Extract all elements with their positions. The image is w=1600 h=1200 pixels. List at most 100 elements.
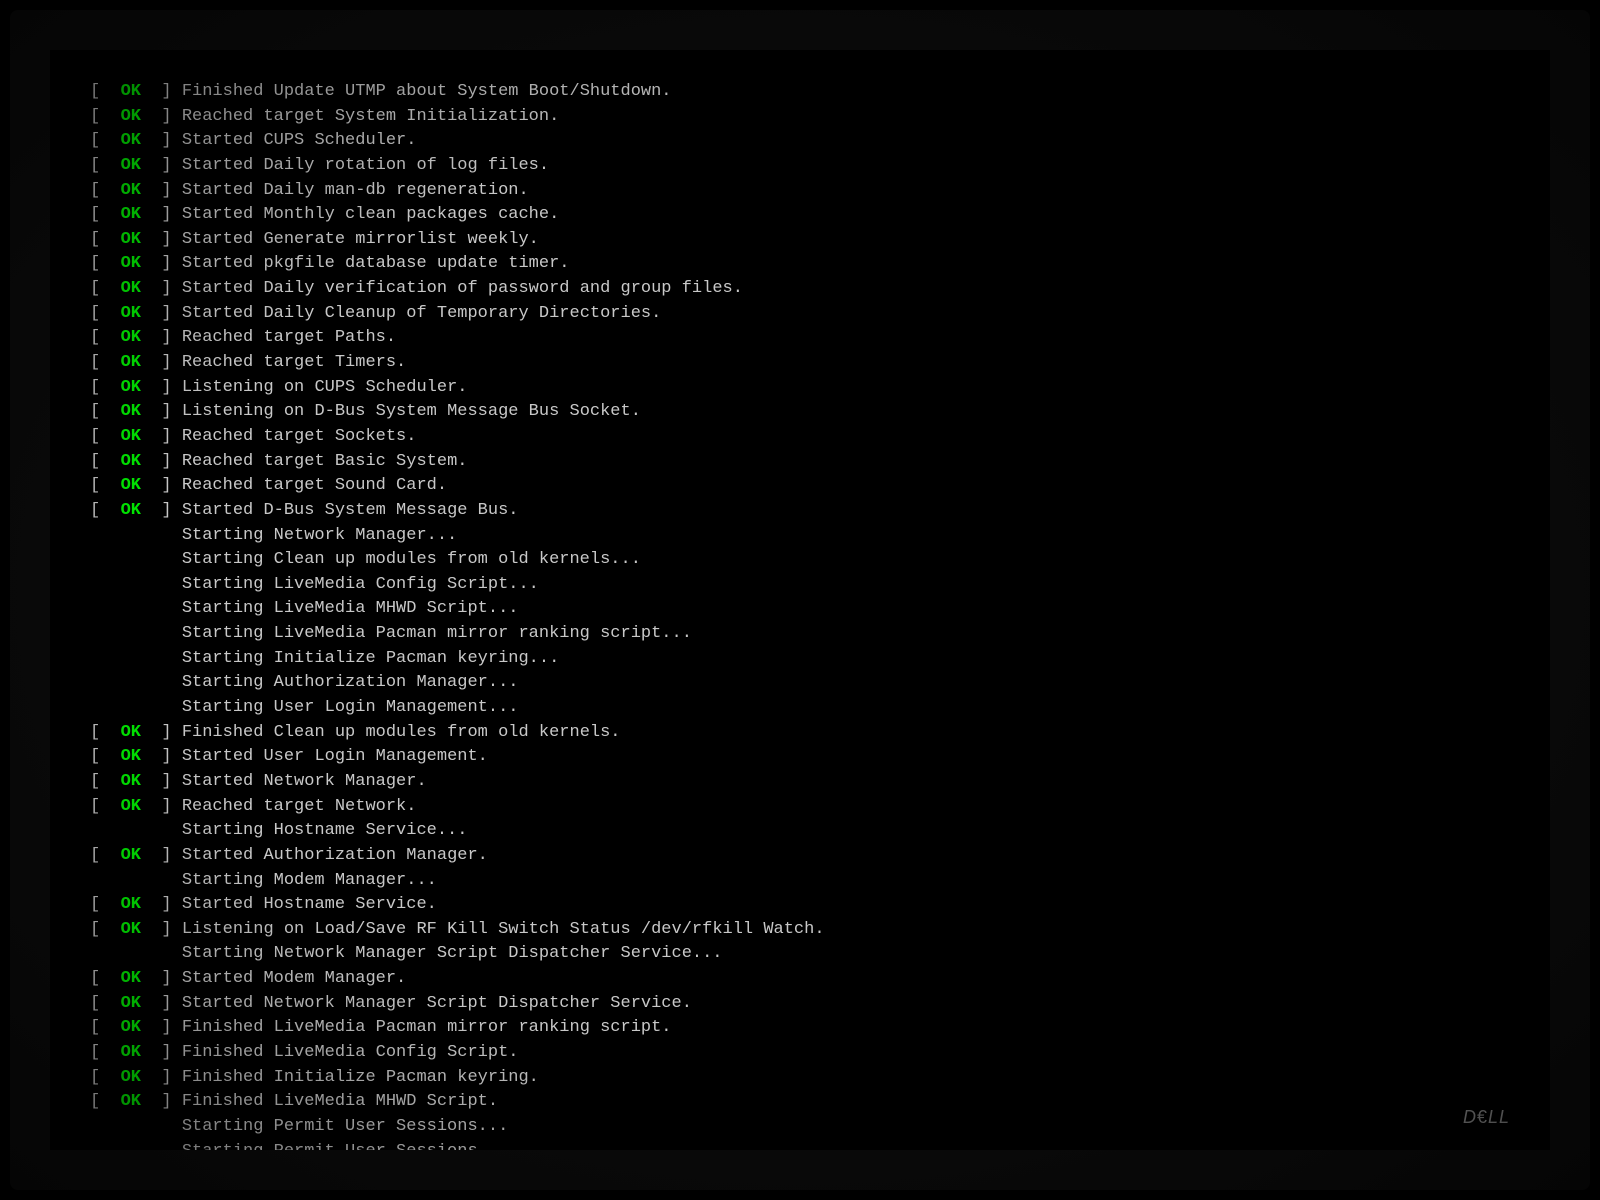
bracket-close: ] <box>161 400 171 425</box>
log-line: [ OK ] Started Daily man-db regeneration… <box>90 179 1510 204</box>
log-line: [ OK ] Started Generate mirrorlist weekl… <box>90 228 1510 253</box>
log-message: Listening on D-Bus System Message Bus So… <box>172 400 641 425</box>
bracket-close: ] <box>161 252 171 277</box>
ok-badge: OK <box>100 105 161 130</box>
log-message: Started Monthly clean packages cache. <box>172 203 560 228</box>
log-message: Starting Initialize Pacman keyring... <box>90 647 559 672</box>
log-line: [ OK ] Started pkgfile database update t… <box>90 252 1510 277</box>
bracket-close: ] <box>161 154 171 179</box>
bracket-close: ] <box>161 721 171 746</box>
ok-badge: OK <box>100 228 161 253</box>
bracket-close: ] <box>161 302 171 327</box>
log-line: [ OK ] Finished Clean up modules from ol… <box>90 721 1510 746</box>
log-message: Starting LiveMedia MHWD Script... <box>90 597 518 622</box>
log-message: Started CUPS Scheduler. <box>172 129 417 154</box>
bracket-open: [ <box>90 1090 100 1115</box>
log-line: Starting LiveMedia Pacman mirror ranking… <box>90 622 1510 647</box>
log-line: Starting Permit User Sessions... <box>90 1115 1510 1140</box>
log-line: [ OK ] Finished Update UTMP about System… <box>90 80 1510 105</box>
bracket-open: [ <box>90 302 100 327</box>
ok-badge: OK <box>100 80 161 105</box>
bracket-open: [ <box>90 721 100 746</box>
log-message: Started D-Bus System Message Bus. <box>172 499 519 524</box>
ok-badge: OK <box>100 499 161 524</box>
ok-badge: OK <box>100 450 161 475</box>
log-line: [ OK ] Finished LiveMedia MHWD Script. <box>90 1090 1510 1115</box>
ok-badge: OK <box>100 844 161 869</box>
bracket-close: ] <box>161 450 171 475</box>
ok-badge: OK <box>100 745 161 770</box>
ok-badge: OK <box>100 721 161 746</box>
log-line: [ OK ] Reached target Sockets. <box>90 425 1510 450</box>
log-line: [ OK ] Started Hostname Service. <box>90 893 1510 918</box>
bracket-close: ] <box>161 425 171 450</box>
log-line: Starting Network Manager Script Dispatch… <box>90 942 1510 967</box>
log-line: Starting LiveMedia Config Script... <box>90 573 1510 598</box>
log-message: Starting LiveMedia Config Script... <box>90 573 539 598</box>
log-container: [ OK ] Finished Update UTMP about System… <box>90 80 1510 1150</box>
log-line: [ OK ] Reached target Network. <box>90 795 1510 820</box>
bracket-close: ] <box>161 918 171 943</box>
ok-badge: OK <box>100 351 161 376</box>
bracket-open: [ <box>90 745 100 770</box>
bracket-close: ] <box>161 105 171 130</box>
log-line: [ OK ] Reached target Sound Card. <box>90 474 1510 499</box>
log-message: Starting Authorization Manager... <box>90 671 518 696</box>
ok-badge: OK <box>100 203 161 228</box>
log-line: [ OK ] Started Modem Manager. <box>90 967 1510 992</box>
log-line: Starting User Login Management... <box>90 696 1510 721</box>
bracket-open: [ <box>90 326 100 351</box>
log-message: Starting LiveMedia Pacman mirror ranking… <box>90 622 692 647</box>
bracket-open: [ <box>90 1066 100 1091</box>
bracket-open: [ <box>90 425 100 450</box>
log-message: Started Daily man-db regeneration. <box>172 179 529 204</box>
log-message: Finished Clean up modules from old kerne… <box>172 721 621 746</box>
log-line: [ OK ] Listening on CUPS Scheduler. <box>90 376 1510 401</box>
log-line: [ OK ] Reached target Timers. <box>90 351 1510 376</box>
bracket-close: ] <box>161 376 171 401</box>
log-line: Starting Authorization Manager... <box>90 671 1510 696</box>
log-message: Started Daily rotation of log files. <box>172 154 549 179</box>
log-line: [ OK ] Started Network Manager Script Di… <box>90 992 1510 1017</box>
log-line: [ OK ] Started Authorization Manager. <box>90 844 1510 869</box>
bracket-open: [ <box>90 203 100 228</box>
log-message: Reached target Timers. <box>172 351 407 376</box>
log-message: Finished Initialize Pacman keyring. <box>172 1066 539 1091</box>
bracket-open: [ <box>90 400 100 425</box>
bracket-close: ] <box>161 745 171 770</box>
bracket-open: [ <box>90 893 100 918</box>
ok-badge: OK <box>100 992 161 1017</box>
ok-badge: OK <box>100 179 161 204</box>
log-message: Reached target Basic System. <box>172 450 468 475</box>
log-message: Starting Network Manager Script Dispatch… <box>90 942 723 967</box>
bracket-open: [ <box>90 967 100 992</box>
bracket-close: ] <box>161 1090 171 1115</box>
log-message: Started Hostname Service. <box>172 893 437 918</box>
log-message: Reached target Sound Card. <box>172 474 447 499</box>
bracket-close: ] <box>161 1016 171 1041</box>
log-line: Starting LiveMedia MHWD Script... <box>90 597 1510 622</box>
log-line: Starting Modem Manager... <box>90 869 1510 894</box>
log-line: [ OK ] Started User Login Management. <box>90 745 1510 770</box>
log-line: Starting Network Manager... <box>90 524 1510 549</box>
log-message: Reached target Sockets. <box>172 425 417 450</box>
log-message: Starting Modem Manager... <box>90 869 437 894</box>
bracket-close: ] <box>161 179 171 204</box>
bracket-open: [ <box>90 252 100 277</box>
ok-badge: OK <box>100 277 161 302</box>
log-message: Starting User Login Management... <box>90 696 518 721</box>
log-line: Starting Permit User Sessions. <box>90 1140 1510 1150</box>
bracket-open: [ <box>90 795 100 820</box>
log-message: Started Authorization Manager. <box>172 844 488 869</box>
bracket-open: [ <box>90 277 100 302</box>
ok-badge: OK <box>100 376 161 401</box>
bracket-open: [ <box>90 154 100 179</box>
log-line: [ OK ] Started Daily Cleanup of Temporar… <box>90 302 1510 327</box>
bracket-open: [ <box>90 129 100 154</box>
ok-badge: OK <box>100 129 161 154</box>
log-message: Started Generate mirrorlist weekly. <box>172 228 539 253</box>
log-message: Started Network Manager Script Dispatche… <box>172 992 692 1017</box>
ok-badge: OK <box>100 967 161 992</box>
bracket-open: [ <box>90 1041 100 1066</box>
bracket-open: [ <box>90 918 100 943</box>
